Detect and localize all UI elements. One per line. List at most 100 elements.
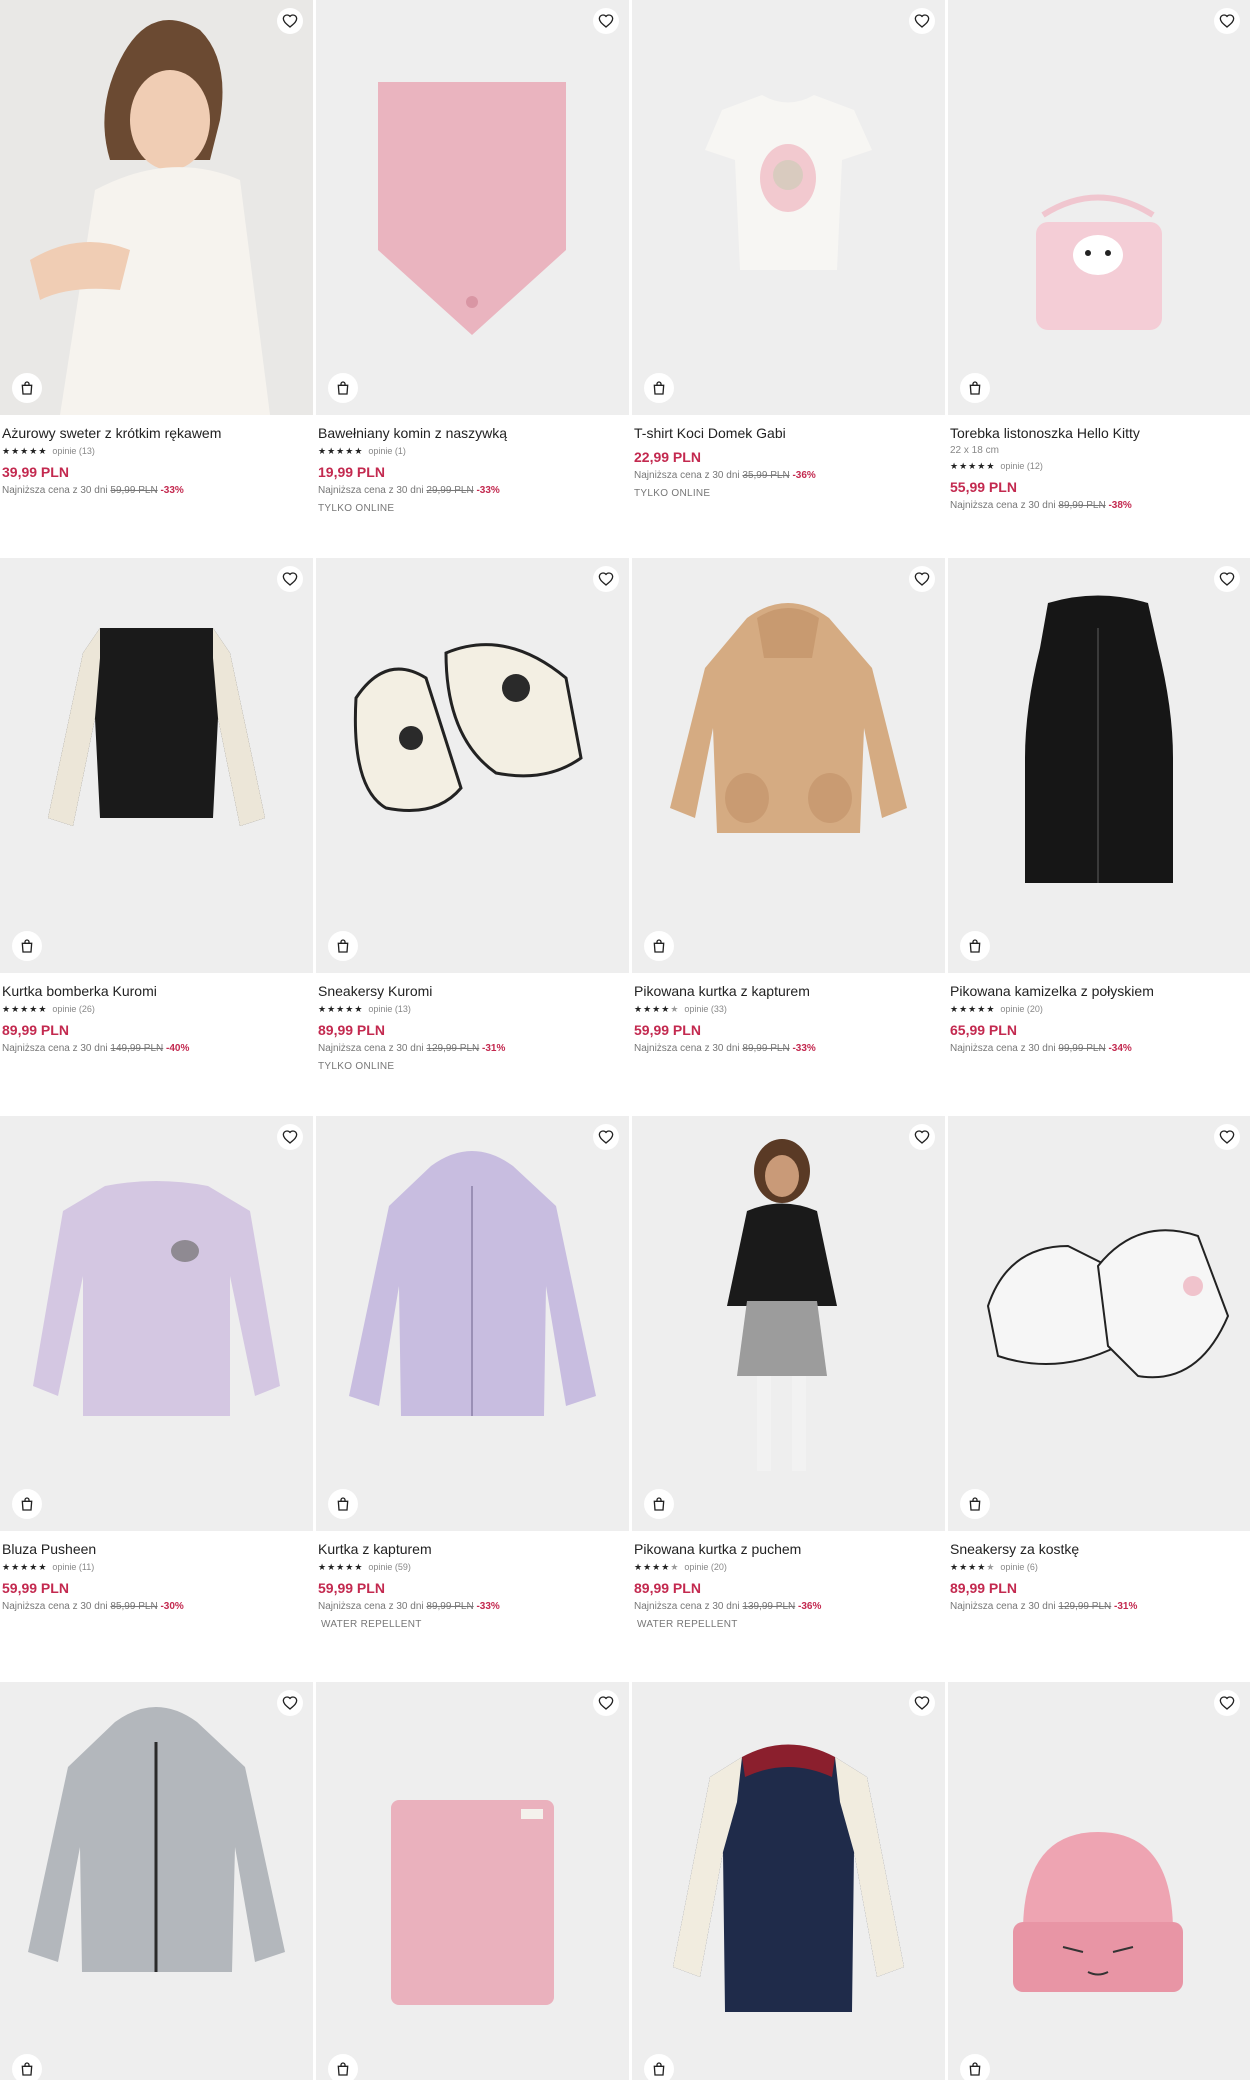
review-count[interactable]: opinie (6) <box>1000 1561 1038 1573</box>
product-image[interactable] <box>948 1116 1250 1531</box>
favorite-button[interactable] <box>1214 1690 1240 1716</box>
add-to-cart-button[interactable] <box>960 1489 990 1519</box>
add-to-cart-button[interactable] <box>644 373 674 403</box>
favorite-button[interactable] <box>1214 566 1240 592</box>
product-name[interactable]: Kurtka bomberka Kuromi <box>2 982 311 1000</box>
product-size: 22 x 18 cm <box>950 445 999 456</box>
product-image[interactable] <box>948 1682 1250 2080</box>
add-to-cart-button[interactable] <box>12 2054 42 2080</box>
product-card[interactable] <box>632 1682 945 2080</box>
product-card[interactable]: Torebka listonoszka Hello Kitty 22 x 18 … <box>948 0 1250 512</box>
favorite-button[interactable] <box>277 566 303 592</box>
product-image[interactable] <box>0 558 313 973</box>
review-count[interactable]: opinie (26) <box>52 1003 95 1015</box>
add-to-cart-button[interactable] <box>328 931 358 961</box>
product-image[interactable] <box>632 1116 945 1531</box>
review-count[interactable]: opinie (11) <box>52 1561 94 1573</box>
product-card[interactable] <box>0 1682 313 2080</box>
add-to-cart-button[interactable] <box>328 373 358 403</box>
favorite-button[interactable] <box>909 1690 935 1716</box>
favorite-button[interactable] <box>277 8 303 34</box>
product-card[interactable] <box>316 1682 629 2080</box>
product-image[interactable] <box>948 558 1250 973</box>
product-name[interactable]: Torebka listonoszka Hello Kitty <box>950 424 1248 442</box>
add-to-cart-button[interactable] <box>328 1489 358 1519</box>
product-card[interactable]: Bluza Pusheen ★ ★ ★ ★ ★ opinie (11) 59,99 PLN… <box>0 1116 313 1613</box>
favorite-button[interactable] <box>593 8 619 34</box>
product-card[interactable]: Kurtka bomberka Kuromi ★ ★ ★ ★ ★ opinie (26) … <box>0 558 313 1055</box>
product-image[interactable] <box>316 1682 629 2080</box>
favorite-button[interactable] <box>593 1124 619 1150</box>
product-card[interactable]: Ażurowy sweter z krótkim rękawem ★ ★ ★ ★ ★ op… <box>0 0 313 497</box>
product-card[interactable]: T-shirt Koci Domek Gabi 22,99 PLN Najniż… <box>632 0 945 500</box>
add-to-cart-button[interactable] <box>960 373 990 403</box>
star-icon: ★ <box>354 445 363 456</box>
product-image[interactable] <box>0 0 313 415</box>
old-price: 129,99 PLN <box>426 1043 480 1054</box>
review-count[interactable]: opinie (13) <box>52 445 95 457</box>
product-image[interactable] <box>632 0 945 415</box>
favorite-button[interactable] <box>909 8 935 34</box>
review-count[interactable]: opinie (1) <box>368 445 406 457</box>
product-card[interactable]: Kurtka z kapturem ★ ★ ★ ★ ★ opinie (59) 59,99… <box>316 1116 629 1631</box>
favorite-button[interactable] <box>909 566 935 592</box>
shopping-bag-icon <box>337 2062 349 2076</box>
product-card[interactable]: Pikowana kurtka z kapturem ★ ★ ★ ★ ★ opinie (… <box>632 558 945 1055</box>
black-vest-photo <box>948 558 1250 973</box>
add-to-cart-button[interactable] <box>644 2054 674 2080</box>
product-name[interactable]: Pikowana kurtka z kapturem <box>634 982 943 1000</box>
heart-icon <box>282 14 298 28</box>
product-name[interactable]: Bluza Pusheen <box>2 1540 311 1558</box>
add-to-cart-button[interactable] <box>644 931 674 961</box>
product-name[interactable]: T-shirt Koci Domek Gabi <box>634 424 943 442</box>
star-icon: ★ <box>2 1561 11 1572</box>
product-image[interactable] <box>948 0 1250 415</box>
product-image[interactable] <box>0 1116 313 1531</box>
shopping-bag-icon <box>653 1497 665 1511</box>
favorite-button[interactable] <box>277 1690 303 1716</box>
product-image[interactable] <box>632 558 945 973</box>
product-card[interactable]: Sneakersy Kuromi ★ ★ ★ ★ ★ opinie (13) 89,99 … <box>316 558 629 1073</box>
favorite-button[interactable] <box>277 1124 303 1150</box>
add-to-cart-button[interactable] <box>960 2054 990 2080</box>
review-count[interactable]: opinie (20) <box>684 1561 727 1573</box>
add-to-cart-button[interactable] <box>328 2054 358 2080</box>
add-to-cart-button[interactable] <box>12 931 42 961</box>
favorite-button[interactable] <box>1214 8 1240 34</box>
review-count[interactable]: opinie (33) <box>684 1003 727 1015</box>
product-name[interactable]: Kurtka z kapturem <box>318 1540 627 1558</box>
product-card[interactable]: Sneakersy za kostkę ★ ★ ★ ★ ★ opinie (6) 89,9… <box>948 1116 1250 1613</box>
favorite-button[interactable] <box>1214 1124 1240 1150</box>
product-name[interactable]: Sneakersy za kostkę <box>950 1540 1248 1558</box>
add-to-cart-button[interactable] <box>644 1489 674 1519</box>
product-card[interactable] <box>948 1682 1250 2080</box>
rating-stars: ★ ★ ★ ★ ★ <box>318 445 363 456</box>
review-count[interactable]: opinie (13) <box>368 1003 411 1015</box>
add-to-cart-button[interactable] <box>12 1489 42 1519</box>
product-name[interactable]: Pikowana kamizelka z połyskiem <box>950 982 1248 1000</box>
heart-icon <box>282 1696 298 1710</box>
product-card[interactable]: Pikowana kurtka z puchem ★ ★ ★ ★ ★ opinie (20… <box>632 1116 945 1631</box>
favorite-button[interactable] <box>593 1690 619 1716</box>
product-image[interactable] <box>316 558 629 973</box>
product-image[interactable] <box>316 0 629 415</box>
add-to-cart-button[interactable] <box>12 373 42 403</box>
favorite-button[interactable] <box>593 566 619 592</box>
product-rating: ★ ★ ★ ★ ★ opinie (20) <box>950 1003 1248 1015</box>
product-card[interactable]: Bawełniany komin z naszywką ★ ★ ★ ★ ★ opinie … <box>316 0 629 515</box>
product-image[interactable] <box>316 1116 629 1531</box>
review-count[interactable]: opinie (12) <box>1000 460 1043 472</box>
review-count[interactable]: opinie (59) <box>368 1561 411 1573</box>
product-card[interactable]: Pikowana kamizelka z połyskiem ★ ★ ★ ★ ★ opin… <box>948 558 1250 1055</box>
star-icon: ★ <box>661 1561 670 1572</box>
product-image[interactable] <box>632 1682 945 2080</box>
product-name[interactable]: Bawełniany komin z naszywką <box>318 424 627 442</box>
product-image[interactable] <box>0 1682 313 2080</box>
product-name[interactable]: Sneakersy Kuromi <box>318 982 627 1000</box>
product-name[interactable]: Ażurowy sweter z krótkim rękawem <box>2 424 311 442</box>
heart-icon <box>914 1696 930 1710</box>
product-name[interactable]: Pikowana kurtka z puchem <box>634 1540 943 1558</box>
favorite-button[interactable] <box>909 1124 935 1150</box>
review-count[interactable]: opinie (20) <box>1000 1003 1043 1015</box>
add-to-cart-button[interactable] <box>960 931 990 961</box>
